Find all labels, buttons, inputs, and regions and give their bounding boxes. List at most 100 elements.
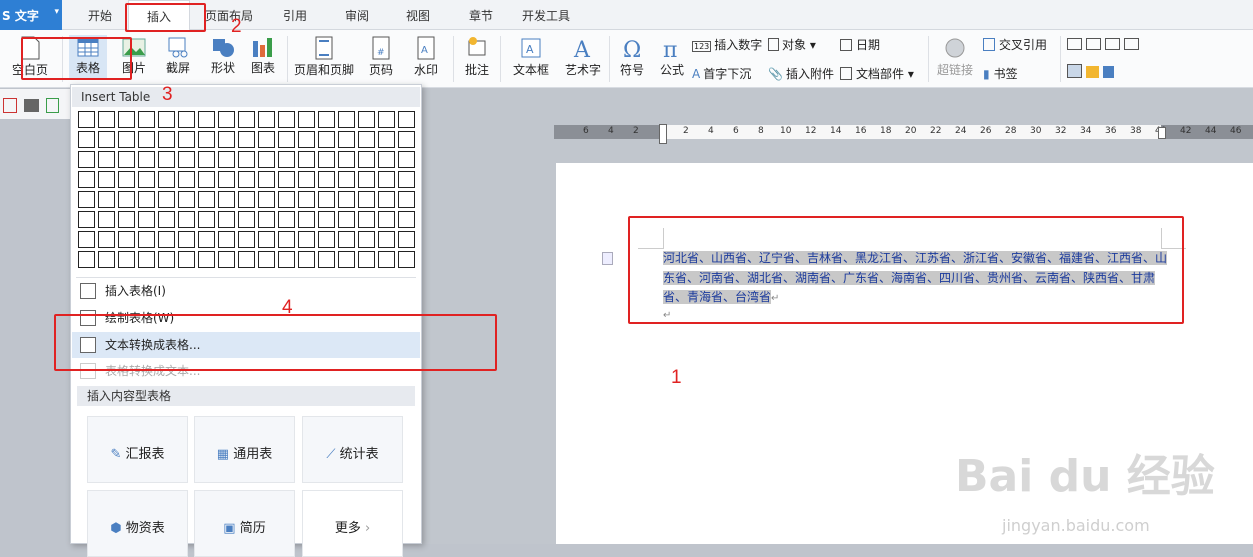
table-grid-cell[interactable] [338,211,355,228]
table-grid-cell[interactable] [98,211,115,228]
table-grid-cell[interactable] [158,171,175,188]
table-grid-cell[interactable] [178,171,195,188]
table-grid-cell[interactable] [358,211,375,228]
table-grid-cell[interactable] [298,151,315,168]
table-grid-cell[interactable] [318,151,335,168]
export-pdf-icon[interactable] [3,98,17,113]
table-grid-cell[interactable] [258,211,275,228]
table-grid-cell[interactable] [98,191,115,208]
header-footer-button[interactable]: 页眉和页脚 [292,35,356,78]
table-grid-cell[interactable] [318,211,335,228]
table-grid-cell[interactable] [258,231,275,248]
textfield-icon[interactable] [1067,38,1082,50]
table-grid-cell[interactable] [318,251,335,268]
table-grid-cell[interactable] [358,231,375,248]
more-card[interactable]: 更多 › [302,490,403,557]
table-grid-cell[interactable] [278,211,295,228]
dropdown-field-icon[interactable] [1105,38,1120,50]
table-grid-cell[interactable] [298,111,315,128]
table-grid-cell[interactable] [118,151,135,168]
textbox-button[interactable]: A 文本框 [506,35,556,78]
table-grid-cell[interactable] [278,251,295,268]
table-grid-cell[interactable] [138,211,155,228]
tab-references[interactable]: 引用 [283,0,313,30]
tab-section[interactable]: 章节 [469,0,499,30]
table-grid-cell[interactable] [178,191,195,208]
table-grid-cell[interactable] [338,251,355,268]
tab-view[interactable]: 视图 [406,0,436,30]
table-grid-cell[interactable] [158,211,175,228]
table-grid-cell[interactable] [138,191,155,208]
table-grid-cell[interactable] [158,231,175,248]
table-grid-cell[interactable] [138,131,155,148]
table-grid-cell[interactable] [338,191,355,208]
app-menu-button[interactable]: S 文字 ▾ [0,0,62,30]
comment-button[interactable]: 批注 [459,35,495,78]
object-button[interactable]: 对象 ▾ [768,36,816,53]
table-grid-cell[interactable] [118,191,135,208]
table-grid-cell[interactable] [258,131,275,148]
table-grid-cell[interactable] [278,151,295,168]
table-grid-cell[interactable] [298,211,315,228]
table-grid-cell[interactable] [378,171,395,188]
table-grid-cell[interactable] [118,231,135,248]
general-table-card[interactable]: ▦ 通用表 [194,416,295,483]
table-grid-cell[interactable] [98,231,115,248]
table-grid-cell[interactable] [338,231,355,248]
table-grid-cell[interactable] [178,231,195,248]
table-grid-cell[interactable] [198,251,215,268]
table-grid-cell[interactable] [218,171,235,188]
wordart-button[interactable]: A 艺术字 [562,35,604,78]
table-grid-cell[interactable] [378,231,395,248]
table-grid-cell[interactable] [158,111,175,128]
table-grid-cell[interactable] [338,171,355,188]
table-grid-cell[interactable] [198,171,215,188]
table-grid-cell[interactable] [218,251,235,268]
table-grid-cell[interactable] [338,151,355,168]
insert-table-item[interactable]: 插入表格(I) [72,278,420,304]
table-grid-cell[interactable] [258,151,275,168]
table-grid-cell[interactable] [298,171,315,188]
table-grid-cell[interactable] [118,211,135,228]
table-grid-cell[interactable] [198,131,215,148]
table-grid-cell[interactable] [398,151,415,168]
eraser-icon[interactable] [1086,66,1099,78]
table-grid-cell[interactable] [218,151,235,168]
table-grid-cell[interactable] [278,191,295,208]
table-grid-cell[interactable] [138,111,155,128]
table-grid-cell[interactable] [138,251,155,268]
table-grid-cell[interactable] [318,231,335,248]
print-preview-icon[interactable] [46,98,59,113]
screenshot-button[interactable]: 截屏 [158,35,198,76]
table-grid-cell[interactable] [198,211,215,228]
report-table-card[interactable]: ✎ 汇报表 [87,416,188,483]
table-grid-cell[interactable] [158,191,175,208]
print-icon[interactable] [24,99,39,112]
table-grid-cell[interactable] [378,251,395,268]
table-grid-cell[interactable] [318,111,335,128]
table-grid-cell[interactable] [138,151,155,168]
table-grid-cell[interactable] [398,191,415,208]
table-grid-cell[interactable] [238,151,255,168]
table-grid-cell[interactable] [398,231,415,248]
table-grid-cell[interactable] [178,251,195,268]
table-grid-cell[interactable] [238,191,255,208]
table-grid-cell[interactable] [398,171,415,188]
table-grid-cell[interactable] [258,191,275,208]
supplies-table-card[interactable]: ⬢ 物资表 [87,490,188,557]
table-grid-cell[interactable] [78,211,95,228]
table-size-grid[interactable] [78,111,415,268]
table-grid-cell[interactable] [138,171,155,188]
table-grid-cell[interactable] [138,231,155,248]
resume-card[interactable]: ▣ 简历 [194,490,295,557]
table-grid-cell[interactable] [358,191,375,208]
page-number-button[interactable]: # 页码 [362,35,400,78]
table-grid-cell[interactable] [78,171,95,188]
table-grid-cell[interactable] [118,111,135,128]
table-grid-cell[interactable] [358,131,375,148]
table-grid-cell[interactable] [118,171,135,188]
stats-table-card[interactable]: ⟋ 统计表 [302,416,403,483]
table-grid-cell[interactable] [298,251,315,268]
table-grid-cell[interactable] [198,151,215,168]
table-grid-cell[interactable] [238,171,255,188]
